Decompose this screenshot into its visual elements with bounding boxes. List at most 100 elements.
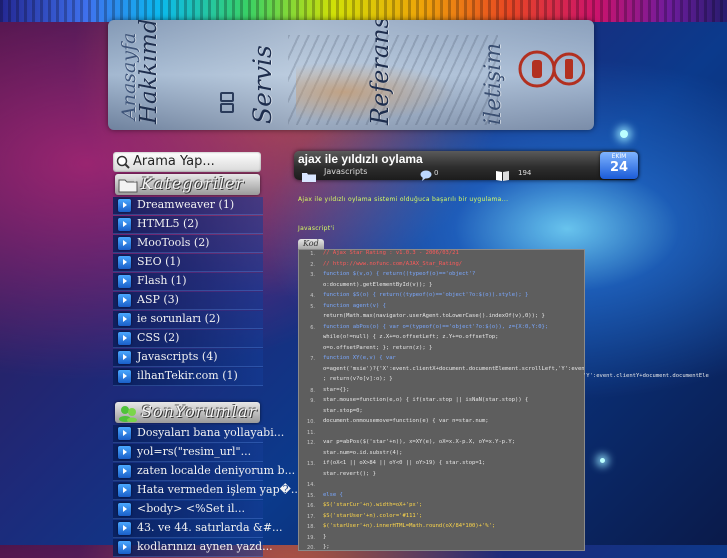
code-line: o:document).getElementById(v)); } (299, 282, 584, 293)
comment-label: 43. ve 44. satırlarda &#... (137, 521, 283, 534)
code-line-text: ; return(v?o[v]:o); } (323, 376, 393, 382)
code-line-text: star.num=o.id.substr(4); (323, 449, 403, 456)
category-item[interactable]: Flash (1) (113, 273, 263, 291)
code-line: 12. var p=abPos($('star'+n)), x=XY(e), o… (299, 439, 584, 450)
code-line: o=o.offsetParent; }; return(z); } (299, 345, 584, 356)
code-line-text: o=o.offsetParent; }; return(z); } (323, 344, 433, 351)
code-line-text: while(o!=null) { z.X+=o.offsetLeft; z.Y+… (323, 334, 499, 340)
post-meta: Javascripts 0 194 (300, 167, 596, 182)
code-line-text: else { (323, 491, 343, 498)
nav-referans[interactable]: Referans (366, 20, 394, 125)
comment-item[interactable]: 43. ve 44. satırlarda &#... (113, 520, 283, 538)
code-line-number: 15. (307, 492, 315, 499)
comment-label: kodlarınızı aynen yazd... (137, 540, 273, 553)
people-icon (117, 403, 139, 423)
category-item[interactable]: SEO (1) (113, 254, 263, 272)
category-item[interactable]: HTML5 (2) (113, 216, 263, 234)
post-title[interactable]: ajax ile yıldızlı oylama (298, 152, 423, 166)
categories-title: Kategoriler (141, 174, 245, 193)
code-line: o=agent('msie')?{'X':event.clientX+docum… (299, 366, 584, 377)
code-line: 19. } (299, 534, 584, 545)
nav-iletisim[interactable]: iletişim (481, 43, 506, 125)
phone-icon (513, 45, 586, 95)
comment-item[interactable]: zaten localde deniyorum b... (113, 463, 295, 481)
code-line-text: function XY(e,v) { var (323, 355, 396, 361)
category-list: Dreamweaver (1) HTML5 (2) MooTools (2) S… (113, 197, 263, 387)
comments-title: SonYorumlar (141, 402, 258, 421)
nav-hakkimda[interactable]: Hakkımda (136, 20, 162, 124)
code-line-number: 6. (310, 324, 315, 331)
post-date-day: 24 (609, 160, 629, 175)
code-line: 7. function XY(e,v) { var (299, 355, 584, 366)
arrow-icon (118, 275, 131, 288)
post-header: ajax ile yıldızlı oylama Javascripts 0 1… (294, 151, 638, 182)
code-line: 1. // Ajax Star Rating : v1.0.3 - 2006/03… (299, 250, 584, 261)
code-line-number: 20. (307, 545, 315, 551)
monitor-icon (220, 92, 234, 119)
category-label: HTML5 (2) (137, 217, 199, 230)
recent-comments-list: Dosyaları bana yollayabi... yol=rs("resi… (113, 425, 301, 558)
comment-item[interactable]: <body> <%Set il... (113, 501, 263, 519)
comment-item[interactable]: Dosyaları bana yollayabi... (113, 425, 284, 443)
arrow-icon (118, 522, 131, 535)
code-line-text: } (323, 533, 327, 540)
arrow-icon (118, 541, 131, 554)
code-line: star.num=o.id.substr(4); (299, 450, 584, 461)
code-line-number: 1. (310, 251, 315, 257)
code-line-text: $('starUser'+n).innerHTML=Math.round(oX/… (323, 523, 496, 529)
comment-item[interactable]: kodlarınızı aynen yazd... (113, 539, 273, 557)
code-line-number: 14. (307, 482, 315, 488)
code-line: 13. if(oX<1 || oX>84 || oY<0 || oY>19) {… (299, 460, 584, 471)
category-item[interactable]: Dreamweaver (1) (113, 197, 263, 215)
code-line-text: // Ajax Star Rating : v1.0.3 - 2006/03/2… (323, 250, 459, 256)
category-item[interactable]: CSS (2) (113, 330, 263, 348)
code-line-number: 13. (307, 461, 315, 467)
comment-item[interactable]: yol=rs("resim_url"... (113, 444, 263, 462)
search-icon[interactable] (116, 154, 130, 169)
folder-icon (117, 175, 139, 194)
arrow-icon (118, 294, 131, 307)
arrow-icon (118, 218, 131, 231)
code-line-text: function $(v,o) { return((typeof(o)=='ob… (323, 271, 476, 277)
post-comment-count: 0 (434, 169, 439, 177)
code-line-number: 2. (310, 261, 315, 268)
rainbow-strip (0, 0, 727, 22)
code-line-number: 11. (307, 429, 315, 436)
code-line: 17. $S('starUser'+n).color='#111'; (299, 513, 584, 524)
arrow-icon (118, 484, 131, 497)
category-label: ie sorunları (2) (137, 312, 221, 325)
code-line: star.stop=0; (299, 408, 584, 419)
code-line-text: if(oX<1 || oX>84 || oY<0 || oY>19) { sta… (323, 460, 486, 466)
code-line: 11. (299, 429, 584, 440)
code-line-text: function abPos(o) { var o=(typeof(o)=='o… (323, 323, 549, 330)
post-date-month: EKİM (611, 153, 627, 160)
code-line: 18. $('starUser'+n).innerHTML=Math.round… (299, 523, 584, 534)
code-line-number: 9. (310, 398, 315, 404)
code-line: 5. function agent(v) { (299, 303, 584, 314)
category-item[interactable]: ie sorunları (2) (113, 311, 263, 329)
category-item[interactable]: MooTools (2) (113, 235, 263, 253)
category-label: SEO (1) (137, 255, 181, 268)
category-item[interactable]: Javascripts (4) (113, 349, 263, 367)
search-input[interactable] (133, 153, 257, 170)
code-line: 15. else { (299, 492, 584, 503)
code-line-text: return(Math.max(navigator.userAgent.toLo… (323, 313, 545, 319)
comment-label: zaten localde deniyorum b... (137, 464, 296, 477)
post-view-count: 194 (518, 169, 532, 177)
arrow-icon (118, 351, 131, 364)
arrow-icon (118, 256, 131, 269)
category-label: ilhanTekir.com (1) (137, 369, 238, 382)
categories-heading: Kategoriler (115, 174, 260, 195)
nav-servis[interactable]: Servis (248, 45, 277, 124)
post-category-link[interactable]: Javascripts (324, 167, 367, 176)
code-line-number: 7. (310, 356, 315, 362)
comment-item[interactable]: Hata vermeden işlem yap�... (113, 482, 301, 500)
category-label: Flash (1) (137, 274, 187, 287)
code-line-number: 18. (307, 524, 315, 530)
code-line-text: $S('starUser'+n).color='#111'; (323, 512, 423, 519)
category-item[interactable]: ilhanTekir.com (1) (113, 368, 263, 386)
category-item[interactable]: ASP (3) (113, 292, 263, 310)
code-line: 6. function abPos(o) { var o=(typeof(o)==… (299, 324, 584, 335)
code-line-number: 12. (307, 440, 315, 446)
arrow-icon (118, 237, 131, 250)
